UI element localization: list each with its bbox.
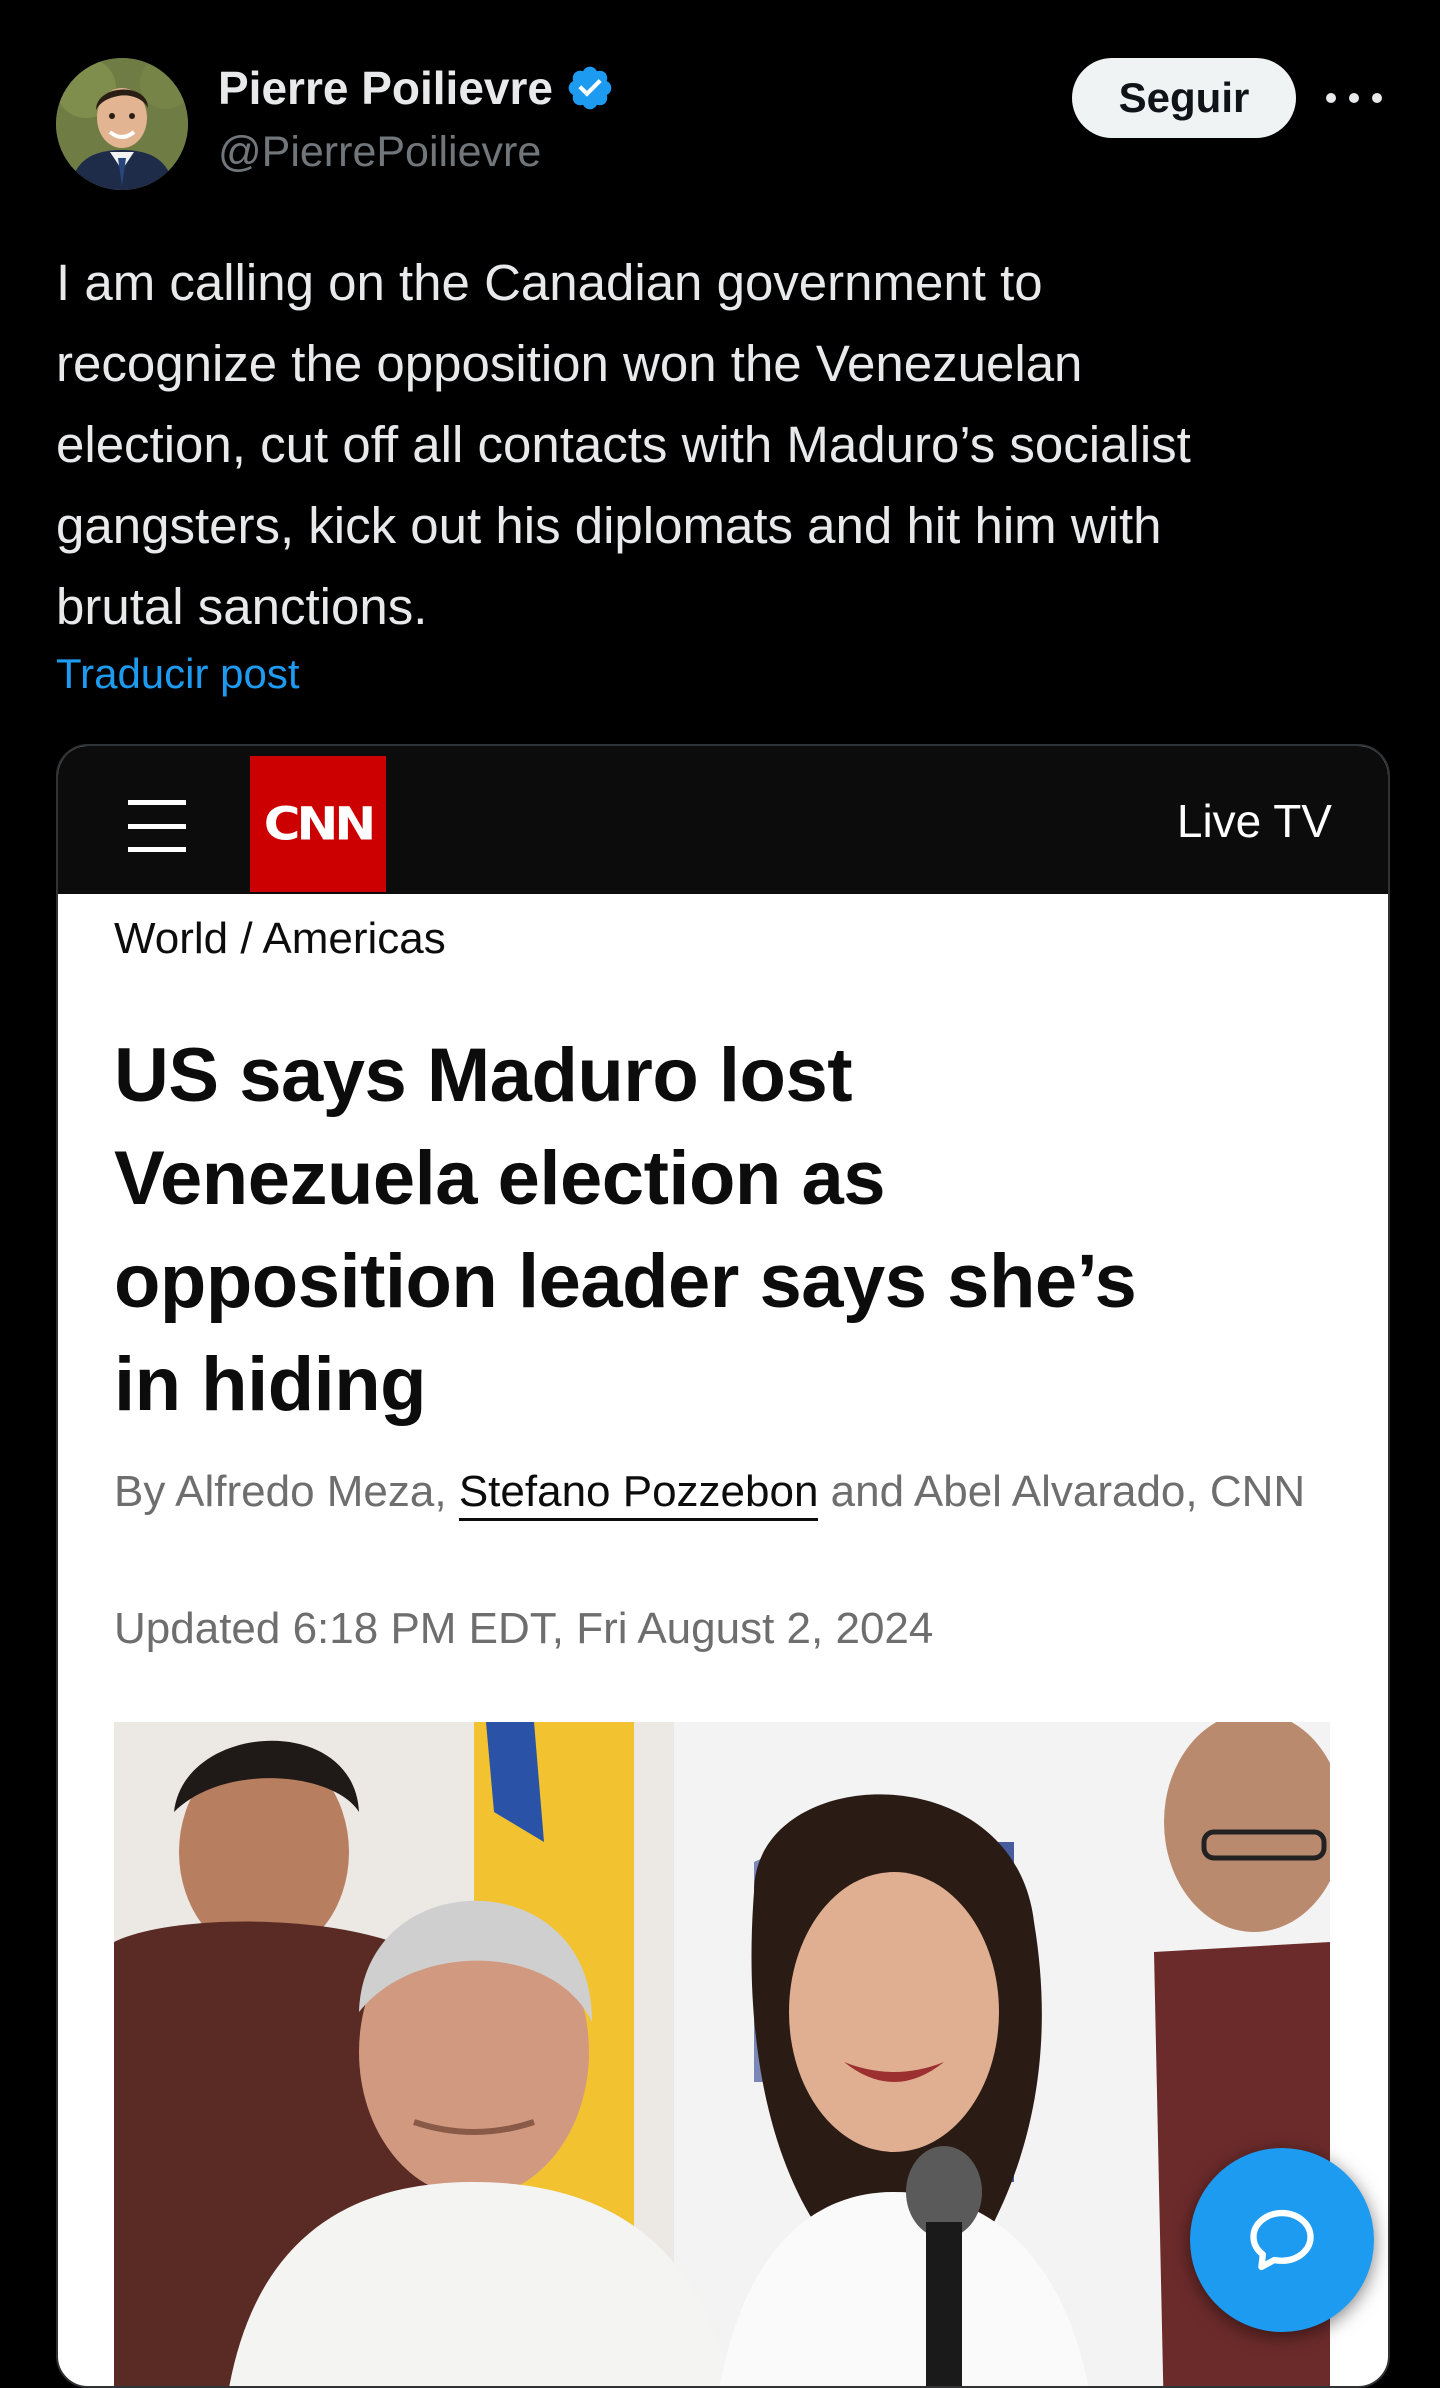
chat-bubble-icon (1250, 2209, 1314, 2271)
byline-suffix: and Abel Alvarado, CNN (818, 1467, 1306, 1516)
verified-badge-icon[interactable] (565, 63, 615, 113)
article-photo (114, 1722, 1330, 2386)
article-updated-timestamp: Updated 6:18 PM EDT, Fri August 2, 2024 (114, 1604, 934, 1653)
hamburger-menu-icon (128, 800, 186, 852)
translate-post-link[interactable]: Traducir post (56, 650, 300, 698)
author-avatar[interactable] (56, 58, 188, 190)
live-tv-label: Live TV (1176, 795, 1332, 847)
post: Pierre Poilievre @PierrePoilievre Seguir… (0, 0, 1440, 2388)
article-breadcrumb: World / Americas (114, 914, 446, 963)
post-media-image[interactable]: CNN Live TV World / Americas US says Mad… (56, 744, 1390, 2388)
cnn-logo: CNN (250, 756, 386, 892)
byline-prefix: By Alfredo Meza, (114, 1467, 459, 1516)
follow-button[interactable]: Seguir (1072, 58, 1296, 138)
byline-author-link: Stefano Pozzebon (458, 1467, 819, 1521)
author-name-row[interactable]: Pierre Poilievre (218, 60, 615, 116)
chat-fab-button[interactable] (1190, 2148, 1374, 2332)
article-byline: By Alfredo Meza, Stefano Pozzebon and Ab… (114, 1458, 1354, 1526)
ellipsis-icon[interactable] (1326, 74, 1382, 122)
avatar-photo (56, 58, 188, 190)
cnn-logo-text: CNN (263, 797, 376, 851)
news-photo (114, 1722, 1330, 2386)
author-handle[interactable]: @PierrePoilievre (218, 128, 541, 177)
cnn-header: CNN Live TV (58, 746, 1388, 894)
post-text: I am calling on the Canadian government … (56, 254, 1191, 635)
author-name[interactable]: Pierre Poilievre (218, 61, 553, 115)
article-headline: US says Maduro lost Venezuela election a… (114, 1033, 1137, 1427)
